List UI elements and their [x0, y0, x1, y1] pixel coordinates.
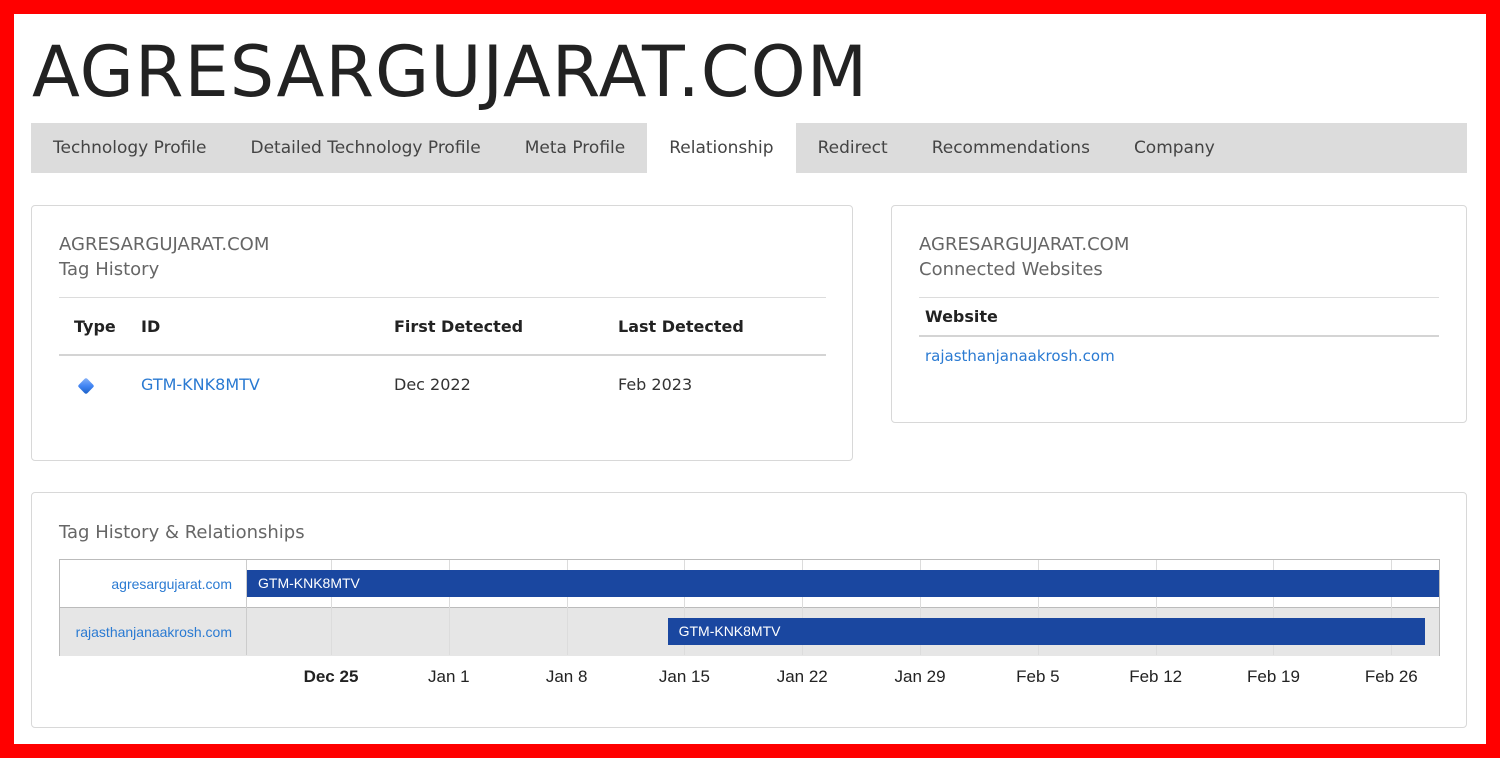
column-header-last-detected: Last Detected: [618, 317, 744, 336]
axis-tick-label: Jan 1: [428, 667, 470, 686]
connected-website-link[interactable]: rajasthanjanaakrosh.com: [925, 347, 1115, 365]
connected-websites-subtitle: Connected Websites: [919, 259, 1103, 280]
axis-tick-label: Jan 22: [776, 667, 828, 686]
timeline-title: Tag History & Relationships: [59, 522, 305, 543]
page-title: AGRESARGUJARAT.COM: [32, 31, 869, 113]
column-header-type: Type: [74, 317, 116, 336]
timeline-site-label[interactable]: agresargujarat.com: [60, 560, 246, 608]
column-header-first-detected: First Detected: [394, 317, 524, 336]
axis-tick-label: Feb 12: [1129, 667, 1183, 686]
tab-redirect[interactable]: Redirect: [796, 123, 910, 173]
google-tag-manager-icon: [77, 377, 95, 395]
tab-technology-profile[interactable]: Technology Profile: [31, 123, 229, 173]
last-detected-value: Feb 2023: [618, 375, 693, 394]
tag-history-heading: AGRESARGUJARAT.COM Tag History: [59, 232, 269, 282]
timeline-bar[interactable]: GTM-KNK8MTV: [667, 618, 1425, 645]
connected-websites-domain: AGRESARGUJARAT.COM: [919, 234, 1130, 255]
tab-bar: Technology Profile Detailed Technology P…: [31, 123, 1467, 173]
divider: [59, 297, 826, 298]
page-frame: AGRESARGUJARAT.COM Technology Profile De…: [14, 14, 1486, 744]
tag-history-subtitle: Tag History: [59, 259, 160, 280]
divider: [919, 297, 1439, 298]
tab-recommendations[interactable]: Recommendations: [910, 123, 1112, 173]
header-divider: [59, 354, 826, 356]
axis-tick-label: Jan 8: [545, 667, 588, 686]
axis-tick-label: Dec 25: [303, 667, 359, 686]
tab-meta-profile[interactable]: Meta Profile: [503, 123, 647, 173]
tag-history-domain: AGRESARGUJARAT.COM: [59, 234, 270, 255]
tag-history-relationships-card: Tag History & Relationships agresargujar…: [31, 492, 1467, 728]
first-detected-value: Dec 2022: [394, 375, 471, 394]
tag-history-card: AGRESARGUJARAT.COM Tag History Type ID F…: [31, 205, 853, 461]
connected-websites-card: AGRESARGUJARAT.COM Connected Websites We…: [891, 205, 1467, 423]
axis-tick-label: Feb 19: [1247, 667, 1300, 686]
timeline-site-label[interactable]: rajasthanjanaakrosh.com: [60, 608, 246, 656]
column-header-id: ID: [141, 317, 161, 336]
column-header-website: Website: [925, 307, 998, 326]
axis-tick-label: Feb 5: [1016, 667, 1060, 686]
axis-tick-label: Feb 26: [1364, 667, 1418, 686]
tag-id-link[interactable]: GTM-KNK8MTV: [141, 375, 260, 394]
timeline-chart: agresargujarat.com rajasthanjanaakrosh.c…: [59, 559, 1440, 656]
tab-detailed-technology-profile[interactable]: Detailed Technology Profile: [229, 123, 503, 173]
axis-tick-label: Jan 29: [894, 667, 946, 686]
header-divider: [919, 335, 1439, 337]
connected-websites-heading: AGRESARGUJARAT.COM Connected Websites: [919, 232, 1129, 282]
axis-tick-label: Jan 15: [658, 667, 710, 686]
tab-company[interactable]: Company: [1112, 123, 1237, 173]
timeline-bar[interactable]: GTM-KNK8MTV: [247, 570, 1439, 597]
tab-relationship[interactable]: Relationship: [647, 123, 796, 173]
